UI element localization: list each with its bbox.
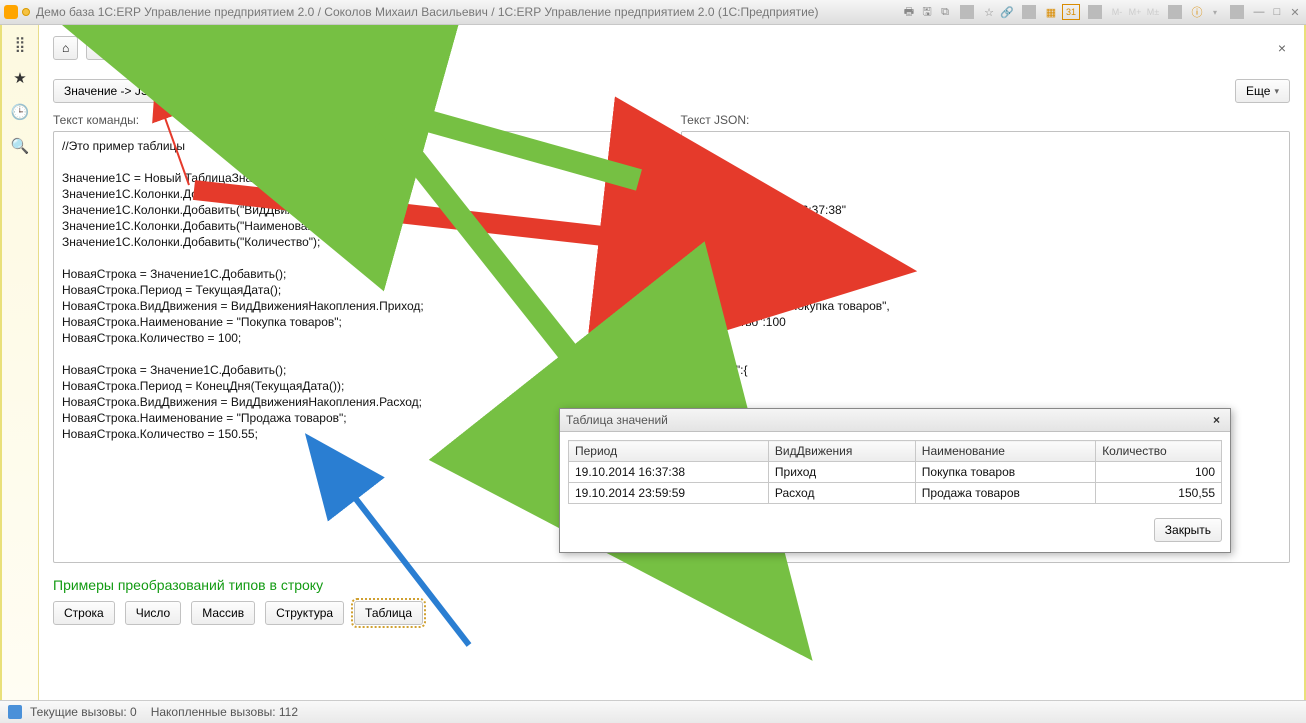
example-array-button[interactable]: Массив [191,601,255,625]
right-pane-label: Текст JSON: [681,113,1291,127]
status-accumulated-calls: Накопленные вызовы: 112 [151,705,298,719]
cell-qty: 150,55 [1096,483,1222,504]
page-toolbar: ⌂ ← → JSON для 1С × [53,35,1290,61]
status-dot-icon [22,8,30,16]
action-row: Значение -> JSON JSON -> Значение Еще ▾ [53,79,1290,103]
minimize-icon[interactable]: — [1252,5,1266,19]
more-label: Еще [1246,84,1270,98]
back-button[interactable]: ← [86,36,116,60]
maximize-icon[interactable]: □ [1270,5,1284,19]
status-current-calls: Текущие вызовы: 0 [30,705,137,719]
titlebar-icons: 🖶 🖫 ⧉ ☆ 🔗 ▦ 31 M- M+ M± ⓘ ▾ — □ ✕ [902,4,1302,20]
m-minus-icon[interactable]: M- [1110,5,1124,19]
home-button[interactable]: ⌂ [53,36,78,60]
examples-caption: Примеры преобразований типов в строку [53,577,1290,593]
save-icon[interactable]: 🖫 [920,5,934,19]
col-kind[interactable]: ВидДвижения [768,441,915,462]
m-plus-icon[interactable]: M+ [1128,5,1142,19]
cell-period: 19.10.2014 23:59:59 [569,483,769,504]
col-qty[interactable]: Количество [1096,441,1222,462]
print-icon[interactable]: 🖶 [902,5,916,19]
popup-titlebar[interactable]: Таблица значений × [560,409,1230,432]
search-icon[interactable]: 🔍 [11,137,29,155]
example-string-button[interactable]: Строка [53,601,115,625]
more-button[interactable]: Еще ▾ [1235,79,1290,103]
favorites-star-icon[interactable]: ★ [11,69,29,87]
cell-kind: Приход [768,462,915,483]
example-struct-button[interactable]: Структура [265,601,344,625]
cell-period: 19.10.2014 16:37:38 [569,462,769,483]
apps-grid-icon[interactable]: ⣿ [11,35,29,53]
cell-kind: Расход [768,483,915,504]
example-table-button[interactable]: Таблица [354,601,423,625]
cell-qty: 100 [1096,462,1222,483]
page-title: JSON для 1С [193,35,334,61]
examples-section: Примеры преобразований типов в строку Ст… [53,577,1290,625]
status-bar: Текущие вызовы: 0 Накопленные вызовы: 11… [0,700,1306,723]
popup-title: Таблица значений [566,413,668,427]
content-area: ⌂ ← → JSON для 1С × Значение -> JSON JSO… [39,25,1304,700]
json-to-value-button[interactable]: JSON -> Значение [188,79,313,103]
chevron-down-icon: ▾ [1274,86,1279,97]
info-icon[interactable]: ⓘ [1190,5,1204,19]
m-pm-icon[interactable]: M± [1146,5,1160,19]
table-row[interactable]: 19.10.2014 16:37:38 Приход Покупка товар… [569,462,1222,483]
popup-close-icon[interactable]: × [1209,413,1224,427]
col-name[interactable]: Наименование [915,441,1095,462]
app-logo-icon [4,5,18,19]
copy-icon[interactable]: ⧉ [938,5,952,19]
history-icon[interactable]: 🕒 [11,103,29,121]
value-to-json-button[interactable]: Значение -> JSON [53,79,178,103]
app-workspace: ⣿ ★ 🕒 🔍 ⌂ ← → JSON для 1С × Значение -> … [0,25,1306,700]
table-popup: Таблица значений × Период ВидДвижения На… [559,408,1231,553]
close-window-icon[interactable]: ✕ [1288,5,1302,19]
calendar-icon[interactable]: 31 [1062,4,1080,20]
star-icon[interactable]: ☆ [982,5,996,19]
nav-group: ← → [86,36,145,60]
table-row[interactable]: 19.10.2014 23:59:59 Расход Продажа товар… [569,483,1222,504]
window-titlebar: Демо база 1С:ERP Управление предприятием… [0,0,1306,25]
left-pane-label: Текст команды: [53,113,663,127]
left-sidebar: ⣿ ★ 🕒 🔍 [2,25,39,700]
link-icon[interactable]: 🔗 [1000,5,1014,19]
cell-name: Продажа товаров [915,483,1095,504]
example-number-button[interactable]: Число [125,601,182,625]
col-period[interactable]: Период [569,441,769,462]
popup-close-button[interactable]: Закрыть [1154,518,1222,542]
page-close-button[interactable]: × [1274,40,1290,56]
status-icon [8,705,22,719]
cell-name: Покупка товаров [915,462,1095,483]
window-title: Демо база 1С:ERP Управление предприятием… [36,5,818,19]
forward-button[interactable]: → [116,36,145,60]
calc-icon[interactable]: ▦ [1044,5,1058,19]
values-table: Период ВидДвижения Наименование Количест… [568,440,1222,504]
